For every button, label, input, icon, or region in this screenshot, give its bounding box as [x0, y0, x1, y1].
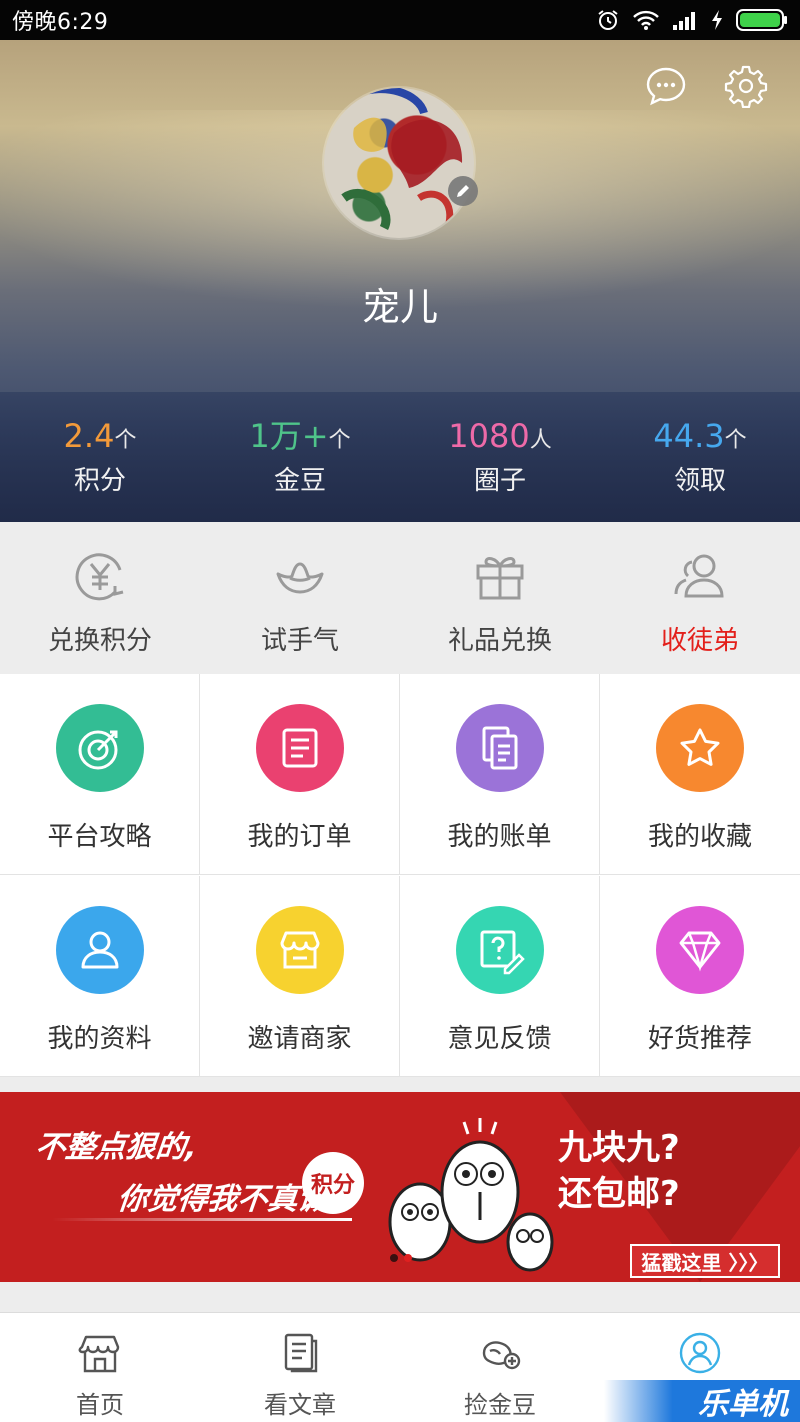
profile-circle-icon: [679, 1332, 721, 1374]
cartoon-characters-illustration: [388, 1118, 554, 1272]
stat-gold-beans[interactable]: 1万+个 金豆: [200, 416, 400, 497]
user-icon: [55, 905, 144, 994]
grid-item-label: 我的收藏: [647, 822, 752, 852]
quick-actions: 兑换积分 试手气 礼品兑换 收徒弟: [0, 522, 800, 674]
avatar[interactable]: [324, 88, 474, 238]
order-list-icon: [255, 704, 344, 792]
stats-row: 2.4个 积分 1万+个 金豆 1080人 圈子 44.3个 领取: [0, 416, 800, 497]
stat-unit: 个: [114, 428, 137, 453]
exchange-points-button[interactable]: 兑换积分: [0, 522, 200, 674]
stat-label: 圈子: [473, 466, 526, 496]
grid-item-label: 平台攻略: [47, 822, 152, 852]
grid-item-invite-merchants[interactable]: 邀请商家: [200, 875, 400, 1077]
stat-unit: 个: [724, 428, 747, 453]
star-icon: [656, 704, 744, 792]
try-luck-button[interactable]: 试手气: [200, 522, 400, 674]
gift-box-icon: [476, 557, 524, 600]
target-icon: [55, 704, 144, 792]
people-icon: [674, 554, 724, 598]
grid-item-label: 我的订单: [247, 822, 352, 852]
stat-value: 1万+: [249, 417, 329, 455]
grid-item-my-bills[interactable]: 我的账单: [400, 674, 600, 875]
stat-unit: 人: [529, 428, 552, 453]
tab-label: 首页: [76, 1391, 124, 1419]
stat-circle[interactable]: 1080人 圈子: [400, 416, 600, 497]
quick-action-label: 收徒弟: [660, 626, 739, 656]
stat-points[interactable]: 2.4个 积分: [0, 416, 200, 497]
grid-item-my-orders[interactable]: 我的订单: [200, 674, 400, 875]
grid-item-platform-guide[interactable]: 平台攻略: [0, 674, 200, 875]
message-icon[interactable]: [644, 64, 688, 108]
banner-line-2: 你觉得我不真诚: [115, 1182, 330, 1217]
banner-question-1: 九块九?: [558, 1128, 680, 1168]
quick-action-label: 兑换积分: [47, 626, 152, 656]
banner-question-2: 还包邮?: [558, 1174, 680, 1214]
grid-item-label: 我的账单: [447, 822, 552, 852]
promo-banner[interactable]: 不整点狠的, 你觉得我不真诚 积分 九块九? 还包邮? 猛戳这里 〉〉〉: [0, 1092, 800, 1282]
banner-underline: [52, 1218, 352, 1221]
profile-header: 宠儿 2.4个 积分 1万+个 金豆 1080人 圈子 44.3个 领取: [0, 40, 800, 522]
stat-claimed[interactable]: 44.3个 领取: [600, 416, 800, 497]
stat-value: 2.4: [63, 417, 115, 455]
feedback-icon: [455, 905, 544, 994]
stat-value: 44.3: [653, 417, 725, 455]
tab-label: 捡金豆: [464, 1391, 536, 1419]
feature-grid: 平台攻略 我的订单 我的账单 我的收藏 我的资料 邀请商家 意见反馈 好货推荐: [0, 674, 800, 1077]
grid-item-label: 邀请商家: [247, 1023, 352, 1054]
grid-item-label: 意见反馈: [447, 1023, 552, 1054]
banner-line-1: 不整点狠的,: [33, 1130, 199, 1165]
grid-item-feedback[interactable]: 意见反馈: [400, 875, 600, 1077]
stat-unit: 个: [328, 428, 351, 453]
stat-label: 积分: [73, 466, 126, 496]
tab-label: 看文章: [264, 1391, 336, 1419]
diamond-icon: [656, 905, 744, 994]
status-bar: 傍晚6:29: [0, 0, 800, 40]
shop-icon: [255, 905, 344, 994]
article-icon: [284, 1333, 318, 1373]
storefront-icon: [78, 1335, 120, 1373]
status-icons: [596, 8, 788, 32]
edit-avatar-button[interactable]: [448, 176, 478, 206]
gold-ingot-icon: [276, 562, 324, 594]
signal-icon: [673, 12, 695, 30]
watermark: 乐单机: [604, 1380, 800, 1422]
grid-item-label: 我的资料: [47, 1023, 152, 1054]
recruit-apprentice-button[interactable]: 收徒弟: [600, 522, 800, 674]
banner-badge: 积分: [302, 1152, 364, 1214]
gift-exchange-button[interactable]: 礼品兑换: [400, 522, 600, 674]
username: 宠儿: [361, 285, 438, 329]
battery-icon: [736, 9, 787, 31]
grid-item-label: 好货推荐: [647, 1023, 752, 1054]
yen-exchange-icon: [75, 553, 124, 601]
stat-label: 领取: [673, 466, 726, 496]
alarm-icon: [598, 10, 618, 30]
status-time: 傍晚6:29: [12, 10, 109, 35]
grid-item-my-profile[interactable]: 我的资料: [0, 875, 200, 1077]
pencil-icon: [457, 185, 469, 197]
stat-label: 金豆: [273, 466, 326, 496]
grid-item-my-favorites[interactable]: 我的收藏: [600, 674, 800, 875]
tab-collect-beans[interactable]: 捡金豆: [400, 1313, 600, 1422]
banner-cta-button[interactable]: 猛戳这里 〉〉〉: [630, 1244, 780, 1278]
grid-item-recommended-goods[interactable]: 好货推荐: [600, 876, 800, 1077]
tab-articles[interactable]: 看文章: [200, 1313, 400, 1422]
bean-add-icon: [482, 1341, 521, 1370]
charging-icon: [712, 10, 722, 30]
stat-value: 1080: [448, 417, 530, 455]
quick-action-label: 礼品兑换: [447, 626, 552, 656]
tab-home[interactable]: 首页: [0, 1313, 200, 1422]
wifi-icon: [633, 10, 659, 30]
quick-action-label: 试手气: [260, 626, 339, 656]
settings-gear-icon[interactable]: [724, 64, 768, 109]
bill-docs-icon: [455, 704, 544, 792]
